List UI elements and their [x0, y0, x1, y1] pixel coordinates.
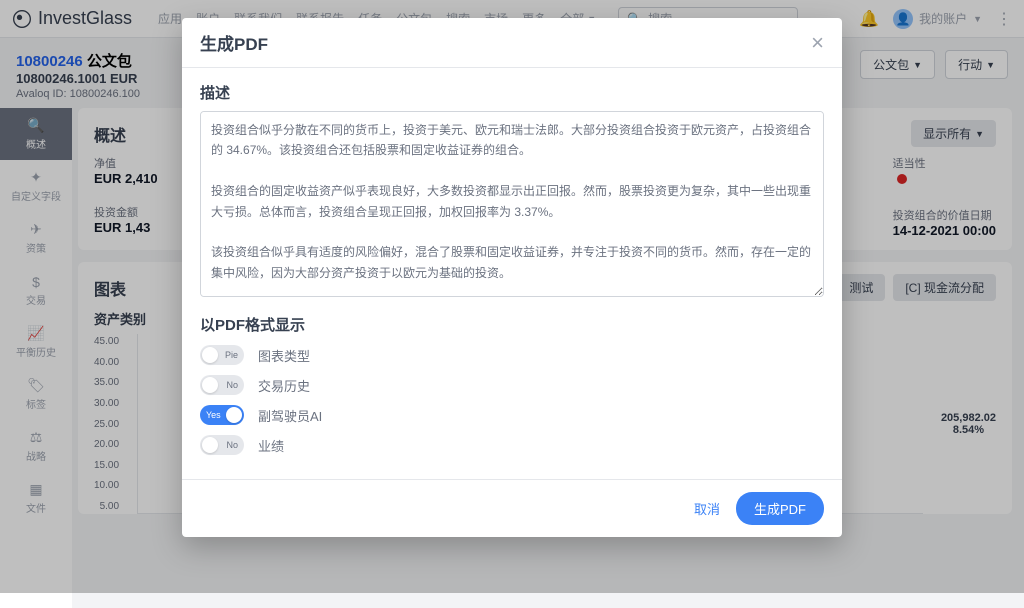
toggle-text: Yes [206, 410, 221, 420]
toggle-text: No [226, 380, 238, 390]
show-as-label: 以PDF格式显示 [200, 314, 824, 335]
toggle-knob-icon [202, 437, 218, 453]
toggle-label: 交易历史 [258, 376, 310, 395]
toggle-row-copilot: Yes 副驾驶员AI [200, 405, 824, 425]
toggle-text: Pie [225, 350, 238, 360]
toggle-copilot-ai[interactable]: Yes [200, 405, 244, 425]
toggle-performance[interactable]: No [200, 435, 244, 455]
toggle-knob-icon [202, 347, 218, 363]
modal-overlay[interactable]: 生成PDF × 描述 以PDF格式显示 Pie 图表类型 No 交易历史 [0, 0, 1024, 593]
modal-body: 描述 以PDF格式显示 Pie 图表类型 No 交易历史 Yes [182, 68, 842, 479]
toggle-label: 图表类型 [258, 346, 310, 365]
description-textarea[interactable] [200, 111, 824, 297]
toggle-text: No [226, 440, 238, 450]
toggle-row-trade-history: No 交易历史 [200, 375, 824, 395]
modal-footer: 取消 生成PDF [182, 479, 842, 537]
modal-header: 生成PDF × [182, 18, 842, 68]
toggle-knob-icon [226, 407, 242, 423]
toggle-chart-type[interactable]: Pie [200, 345, 244, 365]
toggle-row-chart-type: Pie 图表类型 [200, 345, 824, 365]
close-icon[interactable]: × [811, 32, 824, 54]
cancel-button[interactable]: 取消 [694, 499, 720, 518]
toggle-label: 副驾驶员AI [258, 406, 322, 425]
generate-pdf-modal: 生成PDF × 描述 以PDF格式显示 Pie 图表类型 No 交易历史 [182, 18, 842, 537]
toggle-knob-icon [202, 377, 218, 393]
toggle-trade-history[interactable]: No [200, 375, 244, 395]
description-label: 描述 [200, 82, 824, 103]
generate-pdf-button[interactable]: 生成PDF [736, 492, 824, 525]
modal-title: 生成PDF [200, 30, 268, 55]
toggle-row-performance: No 业绩 [200, 435, 824, 455]
toggle-label: 业绩 [258, 436, 284, 455]
